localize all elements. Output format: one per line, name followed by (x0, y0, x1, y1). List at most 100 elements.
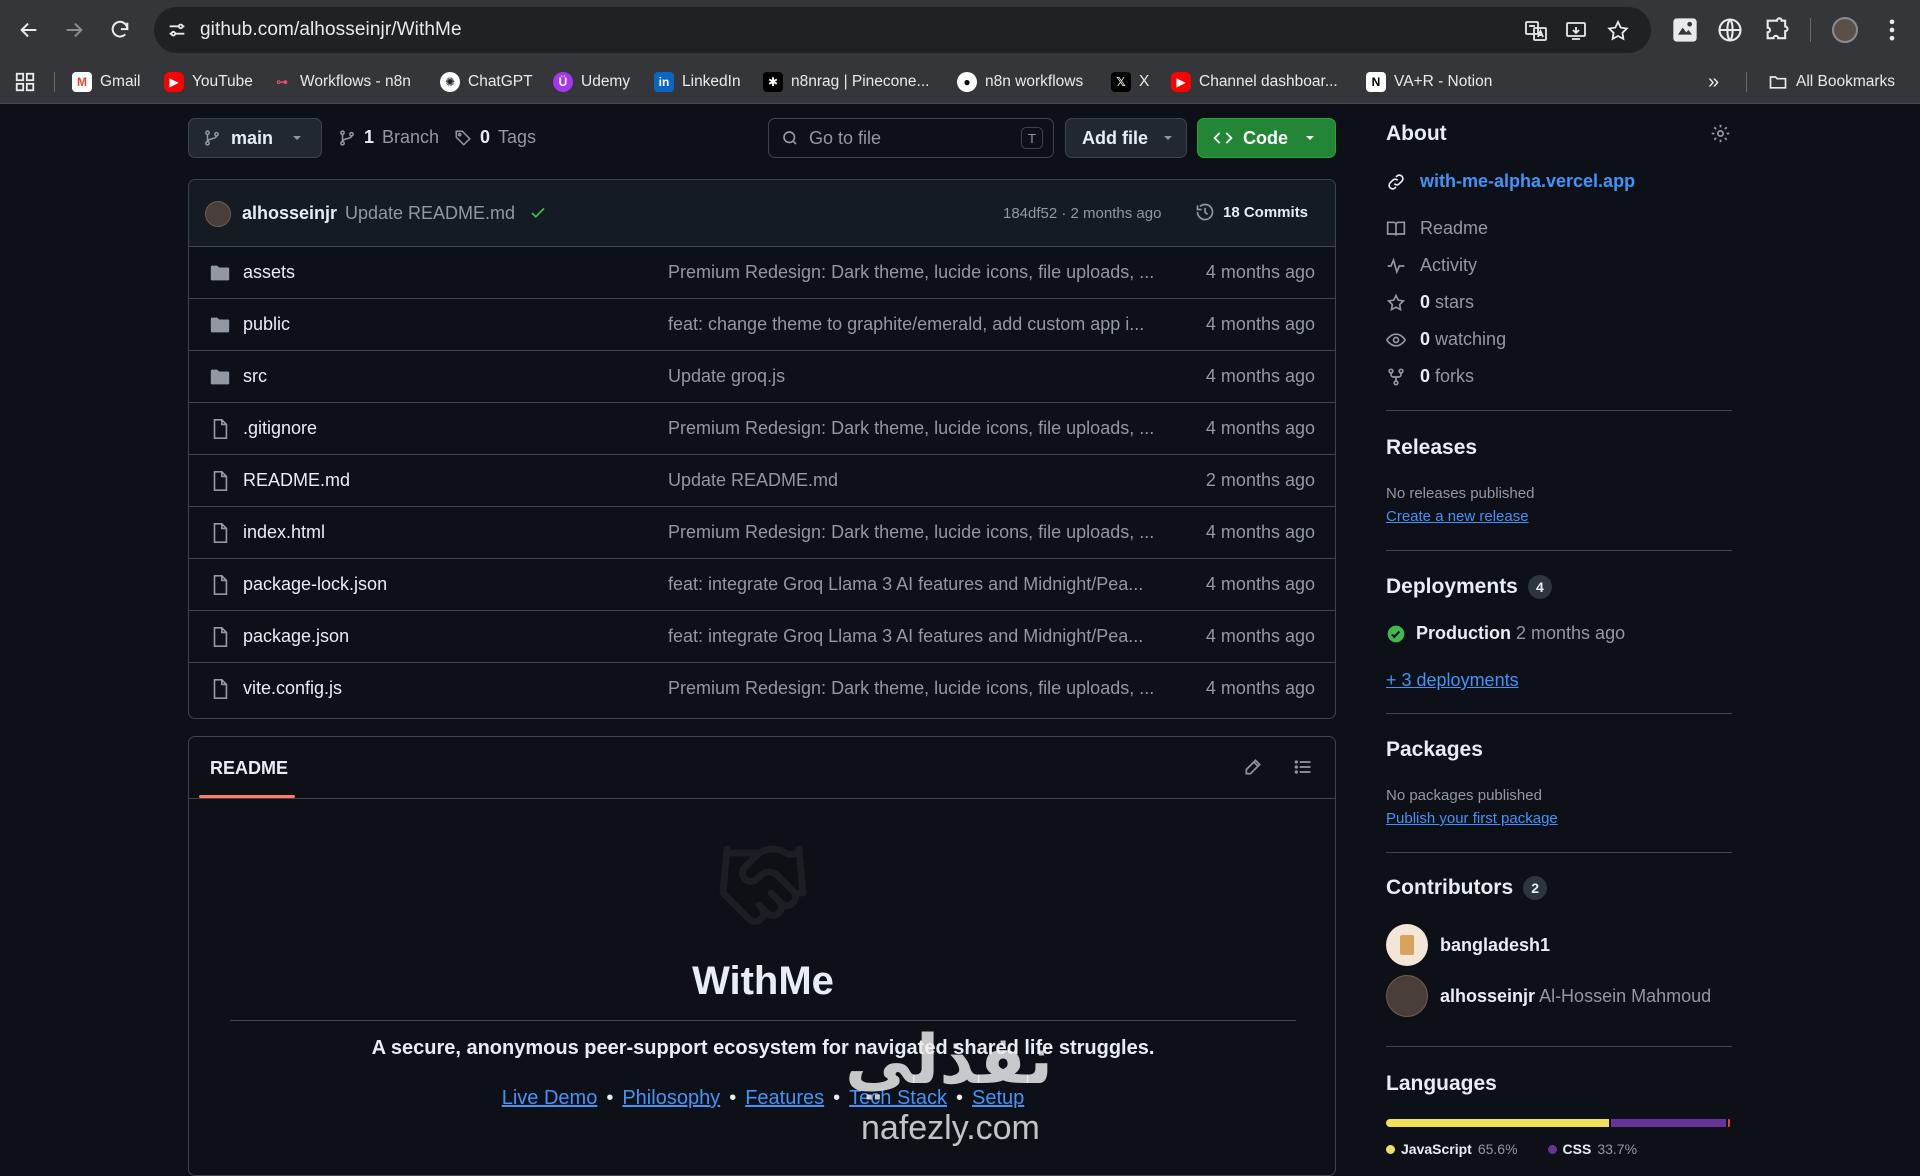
bookmark-channel-dashboard[interactable]: ▶ Channel dashboar... (1171, 70, 1338, 94)
create-release-link[interactable]: Create a new release (1386, 508, 1529, 525)
apps-grid-icon[interactable] (14, 71, 36, 93)
go-to-file-input[interactable]: Go to file T (768, 118, 1054, 158)
tags-link[interactable]: 0 Tags (454, 127, 536, 148)
deployments-heading[interactable]: Deployments 4 (1386, 575, 1552, 600)
sidebar-divider (1386, 550, 1732, 551)
profile-avatar[interactable] (1832, 17, 1858, 43)
extension-icon[interactable] (1671, 16, 1699, 44)
readme-tab[interactable]: README (210, 758, 288, 779)
readme-nav-link[interactable]: Features (745, 1087, 824, 1110)
file-commit-message-link[interactable]: Premium Redesign: Dark theme, lucide ico… (668, 262, 1168, 283)
file-commit-message-link[interactable]: Premium Redesign: Dark theme, lucide ico… (668, 678, 1168, 699)
commit-hash-and-time[interactable]: 184df52 · 2 months ago (1003, 205, 1161, 222)
more-vert-icon[interactable] (1878, 16, 1906, 44)
readme-nav-link[interactable]: Live Demo (502, 1087, 598, 1110)
branch-select-button[interactable]: main (188, 118, 322, 158)
bookmarks-overflow[interactable]: » (1708, 70, 1719, 94)
address-bar[interactable]: github.com/alhosseinjr/WithMe (154, 7, 1651, 53)
language-item[interactable]: JavaScript 65.6% (1386, 1141, 1518, 1157)
reload-button[interactable] (103, 13, 137, 47)
about-forks-link[interactable]: 0 forks (1386, 366, 1474, 387)
link-icon (1388, 173, 1404, 190)
releases-heading[interactable]: Releases (1386, 436, 1477, 460)
more-deployments-link[interactable]: + 3 deployments (1386, 670, 1519, 691)
commit-message-link[interactable]: Update README.md (345, 203, 515, 224)
bookmark-star-icon[interactable] (1606, 19, 1630, 43)
bookmark-label: Workflows - n8n (300, 73, 411, 90)
bookmark-udemy[interactable]: Ü Udemy (553, 70, 630, 94)
avatar[interactable] (205, 201, 231, 227)
file-row[interactable]: vite.config.js Premium Redesign: Dark the… (189, 663, 1335, 715)
bookmark-x[interactable]: 𝕏X (1111, 70, 1149, 94)
file-row[interactable]: .gitignore Premium Redesign: Dark theme, … (189, 403, 1335, 455)
bookmark-youtube[interactable]: ▶ YouTube (164, 70, 253, 94)
file-row[interactable]: package.json feat: integrate Groq Llama 3… (189, 611, 1335, 663)
bookmark-notion[interactable]: N VA+R - Notion (1366, 70, 1492, 94)
all-bookmarks[interactable]: All Bookmarks (1768, 70, 1895, 94)
code-button[interactable]: Code (1197, 118, 1336, 158)
commit-author-link[interactable]: alhosseinjr (242, 203, 337, 224)
about-stars-link[interactable]: 0 stars (1386, 292, 1474, 313)
file-row[interactable]: public feat: change theme to graphite/eme… (189, 299, 1335, 351)
bookmark-n8n[interactable]: ⊶ Workflows - n8n (272, 70, 411, 94)
file-name-link[interactable]: README.md (243, 470, 350, 491)
bookmark-label: Channel dashboar... (1199, 73, 1338, 90)
website-link[interactable]: with-me-alpha.vercel.app (1386, 171, 1635, 192)
about-item-label: stars (1435, 292, 1475, 312)
commits-history-link[interactable]: 18 Commits (1195, 202, 1308, 222)
gear-icon[interactable] (1710, 123, 1731, 144)
contributor-alhosseinjr[interactable]: alhosseinjr Al-Hossein Mahmoud (1386, 975, 1711, 1017)
bookmark-n8n-workflows[interactable]: ● n8n workflows (957, 70, 1083, 94)
install-app-icon[interactable] (1564, 19, 1588, 43)
file-commit-message-link[interactable]: Premium Redesign: Dark theme, lucide ico… (668, 522, 1168, 543)
language-percent: 33.7% (1597, 1141, 1638, 1157)
toolbar-divider (1810, 18, 1811, 42)
bookmark-pinecone[interactable]: ✱ n8nrag | Pinecone... (763, 70, 929, 94)
file-commit-message-link[interactable]: feat: integrate Groq Llama 3 AI features… (668, 626, 1168, 647)
branches-link[interactable]: 1 Branch (338, 127, 439, 148)
packages-heading[interactable]: Packages (1386, 738, 1483, 762)
forward-button[interactable] (57, 13, 91, 47)
file-row[interactable]: index.html Premium Redesign: Dark theme, … (189, 507, 1335, 559)
about-watching-link[interactable]: 0 watching (1386, 329, 1506, 350)
readme-nav-link[interactable]: Philosophy (622, 1087, 720, 1110)
file-row[interactable]: package-lock.json feat: integrate Groq Ll… (189, 559, 1335, 611)
about-readme-link[interactable]: Readme (1386, 218, 1488, 239)
about-activity-link[interactable]: Activity (1386, 255, 1477, 276)
file-name-link[interactable]: vite.config.js (243, 678, 342, 699)
search-icon (783, 131, 797, 145)
file-name-link[interactable]: src (243, 366, 267, 387)
list-outline-icon[interactable] (1293, 757, 1313, 777)
file-commit-message-link[interactable]: Update README.md (668, 470, 1168, 491)
globe-icon[interactable] (1716, 16, 1744, 44)
deployment-production[interactable]: Production 2 months ago (1386, 623, 1625, 644)
file-commit-message-link[interactable]: feat: integrate Groq Llama 3 AI features… (668, 574, 1168, 595)
file-row[interactable]: README.md Update README.md 2 months ago (189, 455, 1335, 507)
file-commit-message-link[interactable]: feat: change theme to graphite/emerald, … (668, 314, 1168, 335)
pencil-icon[interactable] (1243, 757, 1263, 777)
file-name-link[interactable]: package-lock.json (243, 574, 387, 595)
file-name-link[interactable]: package.json (243, 626, 349, 647)
file-name-link[interactable]: index.html (243, 522, 325, 543)
site-settings-icon[interactable] (166, 19, 188, 41)
bookmark-chatgpt[interactable]: ✺ ChatGPT (440, 70, 533, 94)
file-name-link[interactable]: assets (243, 262, 295, 283)
forks-count: 0 (1420, 366, 1431, 386)
file-commit-message-link[interactable]: Premium Redesign: Dark theme, lucide ico… (668, 418, 1168, 439)
bookmark-linkedin[interactable]: in LinkedIn (654, 70, 741, 94)
file-row[interactable]: src Update groq.js 4 months ago (189, 351, 1335, 403)
file-commit-message-link[interactable]: Update groq.js (668, 366, 1168, 387)
bookmark-gmail[interactable]: M Gmail (72, 70, 140, 94)
back-button[interactable] (12, 13, 46, 47)
file-name-link[interactable]: public (243, 314, 290, 335)
add-file-button[interactable]: Add file (1065, 118, 1187, 158)
file-name-link[interactable]: .gitignore (243, 418, 317, 439)
file-row[interactable]: assets Premium Redesign: Dark theme, luci… (189, 247, 1335, 299)
publish-package-link[interactable]: Publish your first package (1386, 810, 1558, 827)
extensions-puzzle-icon[interactable] (1763, 16, 1791, 44)
check-icon[interactable] (529, 204, 547, 222)
translate-icon[interactable] (1524, 19, 1548, 43)
contributor-bangladesh1[interactable]: bangladesh1 (1386, 924, 1550, 966)
contributors-heading[interactable]: Contributors 2 (1386, 876, 1548, 901)
language-item[interactable]: CSS 33.7% (1547, 1141, 1638, 1157)
